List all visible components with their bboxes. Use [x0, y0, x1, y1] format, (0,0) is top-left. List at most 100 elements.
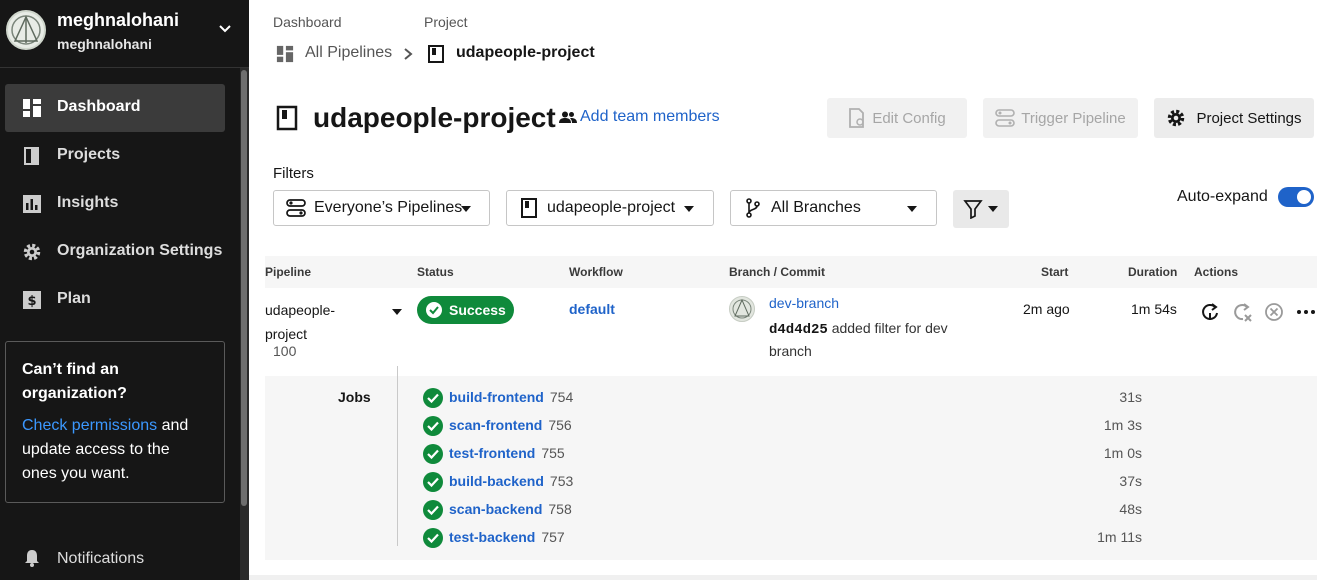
- job-name-link[interactable]: build-frontend 754: [449, 389, 573, 405]
- sidebar-scrollbar-thumb[interactable]: [241, 70, 247, 506]
- check-circle-icon: [426, 302, 442, 318]
- job-name-link[interactable]: test-frontend 755: [449, 445, 565, 461]
- sidebar-item-organization-settings[interactable]: Organization Settings: [5, 228, 225, 276]
- project-icon: [276, 105, 298, 131]
- caret-down-icon: [461, 206, 471, 212]
- check-circle-icon: [423, 444, 443, 464]
- gear-icon: [23, 243, 41, 261]
- pipelines-table-header: Pipeline Status Workflow Branch / Commit…: [265, 256, 1317, 288]
- column-header-actions: Actions: [1194, 265, 1239, 279]
- notifications-item[interactable]: Notifications: [5, 540, 225, 576]
- check-circle-icon: [423, 500, 443, 520]
- job-duration: 1m 0s: [1103, 445, 1142, 461]
- main-content: Dashboard Project All Pipelines udapeopl…: [249, 0, 1317, 580]
- sidebar-item-label: Plan: [57, 290, 91, 307]
- add-team-members-link[interactable]: Add team members: [559, 108, 720, 126]
- dashboard-icon: [276, 45, 294, 63]
- expand-caret-icon[interactable]: [392, 309, 402, 315]
- caret-down-icon: [988, 206, 998, 212]
- sidebar-item-projects[interactable]: Projects: [5, 132, 225, 180]
- pipeline-icon: [995, 109, 1016, 127]
- chevron-down-icon[interactable]: [216, 20, 234, 38]
- edit-file-icon: [849, 108, 865, 128]
- org-help-title: Can’t find an organization?: [22, 361, 127, 402]
- pipelines-filter-value: Everyone’s Pipelines: [314, 199, 463, 216]
- column-header-pipeline: Pipeline: [265, 265, 312, 279]
- sidebar-item-plan[interactable]: $ Plan: [5, 276, 225, 324]
- job-row[interactable]: scan-frontend 756 1m 3s: [423, 414, 1313, 438]
- status-badge[interactable]: Success: [417, 296, 514, 324]
- branch-filter-select[interactable]: All Branches: [730, 190, 937, 226]
- job-number: 758: [548, 501, 572, 517]
- job-name-link[interactable]: scan-backend 758: [449, 501, 572, 517]
- auto-expand-toggle[interactable]: [1278, 187, 1314, 207]
- breadcrumb-all-pipelines[interactable]: All Pipelines: [305, 44, 392, 62]
- caret-down-icon: [684, 206, 694, 212]
- auto-expand-label: Auto-expand: [1177, 188, 1268, 205]
- check-permissions-link[interactable]: Check permissions: [22, 417, 157, 434]
- advanced-filter-button[interactable]: [953, 190, 1009, 228]
- branch-link[interactable]: dev-branch: [769, 295, 839, 311]
- chevron-right-icon: [404, 48, 413, 60]
- cancel-icon[interactable]: [1263, 301, 1285, 323]
- toggle-knob: [1297, 190, 1311, 204]
- project-icon: [521, 198, 537, 218]
- job-name-link[interactable]: test-backend 757: [449, 529, 565, 545]
- breadcrumb-project[interactable]: udapeople-project: [456, 44, 595, 62]
- project-filter-value: udapeople-project: [547, 199, 676, 216]
- job-row[interactable]: test-backend 757 1m 11s: [423, 526, 1313, 550]
- org-name: meghnalohani: [57, 36, 152, 52]
- dashboard-icon: [23, 99, 41, 117]
- org-help-box: Can’t find an organization? Check permis…: [5, 341, 225, 503]
- job-duration: 1m 3s: [1103, 417, 1142, 433]
- job-duration: 48s: [1119, 501, 1142, 517]
- branch-icon: [746, 198, 760, 218]
- job-name[interactable]: build-backend: [449, 473, 544, 489]
- avatar-image: [11, 15, 41, 45]
- sidebar-item-label: Projects: [57, 146, 121, 163]
- job-number: 753: [549, 473, 574, 489]
- sidebar-item-dashboard[interactable]: Dashboard: [5, 84, 225, 132]
- job-name[interactable]: scan-backend: [449, 501, 542, 517]
- trigger-pipeline-button[interactable]: Trigger Pipeline: [983, 98, 1138, 138]
- job-row[interactable]: scan-backend 758 48s: [423, 498, 1313, 522]
- edit-config-button[interactable]: Edit Config: [827, 98, 967, 138]
- trigger-pipeline-label: Trigger Pipeline: [1021, 109, 1126, 127]
- job-name[interactable]: scan-frontend: [449, 417, 542, 433]
- job-name[interactable]: test-backend: [449, 529, 535, 545]
- pipeline-number: 100: [273, 343, 297, 359]
- job-name[interactable]: test-frontend: [449, 445, 535, 461]
- commit-hash[interactable]: d4d4d25: [769, 322, 828, 338]
- job-duration: 37s: [1119, 473, 1142, 489]
- pipeline-filter-icon: [286, 199, 306, 217]
- check-circle-icon: [423, 388, 443, 408]
- workflow-link[interactable]: default: [569, 301, 615, 317]
- job-row[interactable]: build-backend 753 37s: [423, 470, 1313, 494]
- job-name-link[interactable]: build-backend 753: [449, 473, 573, 489]
- job-name-link[interactable]: scan-frontend 756: [449, 417, 572, 433]
- sidebar-item-insights[interactable]: Insights: [5, 180, 225, 228]
- user-switcher[interactable]: meghnalohani meghnalohani: [0, 0, 249, 68]
- job-name[interactable]: build-frontend: [449, 389, 544, 405]
- status-label: Success: [449, 302, 506, 318]
- sidebar-item-label: Insights: [57, 194, 119, 211]
- rerun-failed-icon[interactable]: [1231, 301, 1253, 323]
- rerun-icon[interactable]: [1199, 301, 1221, 323]
- project-settings-button[interactable]: Project Settings: [1154, 98, 1314, 138]
- project-filter-select[interactable]: udapeople-project: [506, 190, 714, 226]
- edit-config-label: Edit Config: [872, 109, 946, 127]
- sidebar-item-label: Dashboard: [57, 98, 141, 115]
- svg-text:$: $: [27, 294, 36, 309]
- insights-icon: [23, 195, 41, 213]
- breadcrumb-dashboard-label: Dashboard: [273, 14, 342, 30]
- pipeline-name[interactable]: udapeople-project: [265, 298, 345, 346]
- column-header-branch-commit: Branch / Commit: [729, 265, 826, 279]
- column-header-status: Status: [417, 265, 454, 279]
- commit-info[interactable]: d4d4d25 added filter for dev branch: [769, 318, 969, 362]
- gear-icon: [1168, 109, 1185, 127]
- more-options-icon[interactable]: [1295, 301, 1317, 323]
- job-row[interactable]: test-frontend 755 1m 0s: [423, 442, 1313, 466]
- job-row[interactable]: build-frontend 754 31s: [423, 386, 1313, 410]
- pipelines-filter-select[interactable]: Everyone’s Pipelines: [273, 190, 490, 226]
- avatar: [729, 296, 755, 322]
